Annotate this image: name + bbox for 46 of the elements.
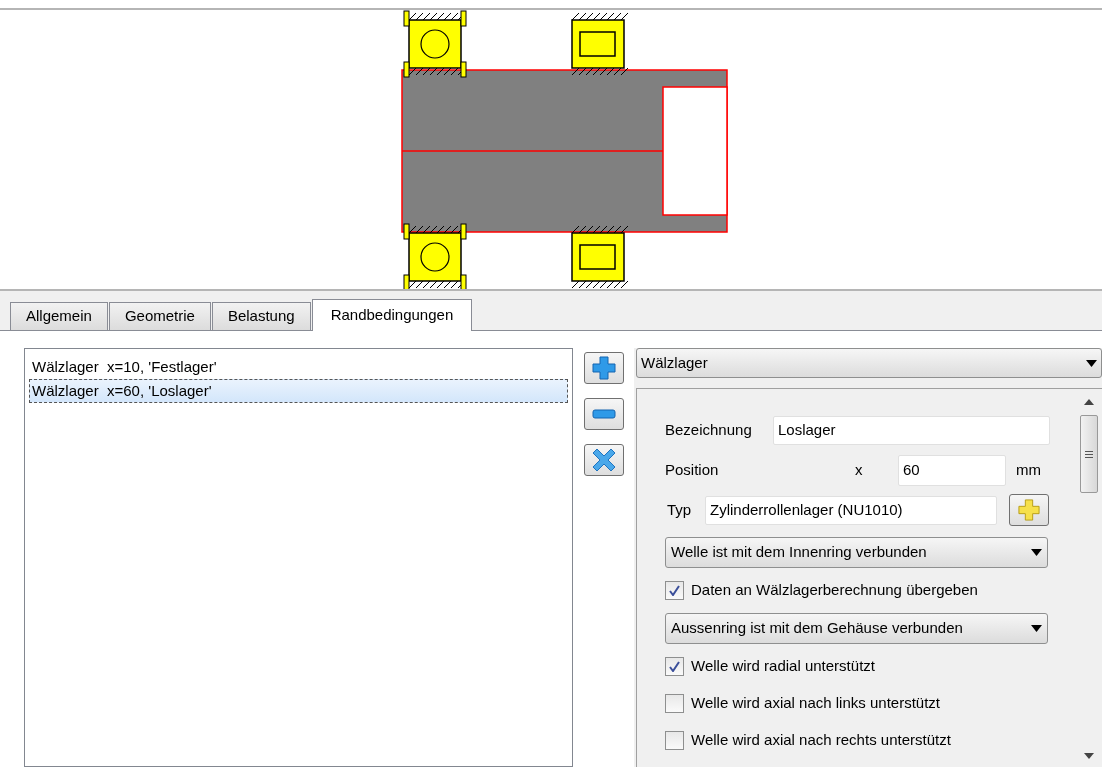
checkmark-icon — [669, 661, 680, 672]
checkbox[interactable] — [665, 581, 684, 600]
minus-icon — [591, 409, 616, 419]
checkbox-label: Daten an Wälzlagerberechnung übergeben — [691, 580, 978, 601]
remove-button[interactable] — [583, 398, 624, 430]
dropdown[interactable]: Welle ist mit dem Innenring verbunden — [665, 537, 1048, 568]
unit-label: mm — [1016, 459, 1041, 480]
bearing-symbol — [571, 225, 629, 289]
type-field[interactable]: Zylinderrollenlager (NU1010) — [705, 495, 997, 525]
position-field[interactable]: 60 — [898, 454, 1006, 486]
caret-icon — [1031, 549, 1042, 556]
caret-icon — [1031, 625, 1042, 632]
checkbox-label: Welle wird axial nach rechts unterstützt — [691, 730, 951, 751]
support-type-dropdown[interactable]: Wälzlager — [636, 348, 1102, 378]
checkbox-label: Welle wird radial unterstützt — [691, 656, 875, 677]
bearing-symbol — [403, 223, 467, 289]
checkbox[interactable] — [665, 657, 684, 676]
tab[interactable]: Geometrie — [108, 302, 211, 330]
type-label: Typ — [667, 499, 693, 520]
checkbox[interactable] — [665, 694, 684, 713]
checkbox-label: Welle wird axial nach links unterstützt — [691, 693, 940, 714]
scroll-up-icon[interactable] — [1084, 399, 1094, 405]
close-icon — [591, 448, 616, 472]
plus-icon — [591, 356, 616, 380]
bearing-symbol — [403, 10, 467, 78]
list-item[interactable]: Wälzlager x=60, 'Loslager' — [29, 379, 568, 403]
name-label: Bezeichnung — [665, 419, 753, 440]
dropdown[interactable]: Aussenring ist mit dem Gehäuse verbunden — [665, 613, 1048, 644]
checkmark-icon — [669, 585, 680, 596]
axis-label: x — [855, 459, 864, 480]
tab[interactable]: Randbedingungen — [311, 299, 473, 331]
tab[interactable]: Belastung — [211, 302, 311, 330]
add-button[interactable] — [583, 352, 624, 384]
plus-icon — [1018, 499, 1040, 521]
list-item[interactable]: Wälzlager x=10, 'Festlager' — [29, 355, 568, 379]
checkbox[interactable] — [665, 731, 684, 750]
grip-icon — [1085, 450, 1093, 458]
scroll-thumb[interactable] — [1080, 415, 1098, 493]
position-label: Position — [665, 459, 720, 480]
name-field[interactable]: Loslager — [773, 415, 1050, 445]
delete-button[interactable] — [583, 444, 624, 476]
tab[interactable]: Allgemein — [10, 302, 108, 330]
add-type-button[interactable] — [1009, 494, 1049, 526]
bearing-symbol — [571, 12, 629, 76]
scroll-down-icon[interactable] — [1084, 753, 1094, 759]
caret-icon — [1086, 359, 1097, 367]
